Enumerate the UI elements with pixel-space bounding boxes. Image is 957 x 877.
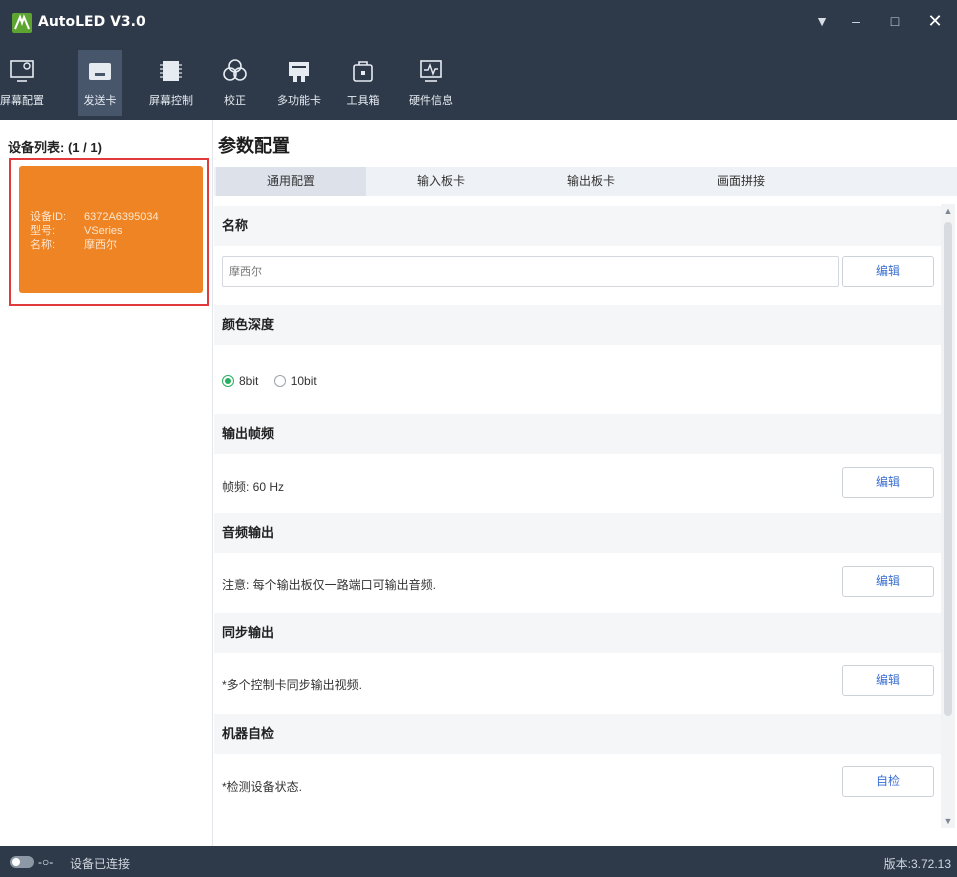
self-test-note: *检测设备状态. xyxy=(222,780,303,794)
app-title: AutoLED V3.0 xyxy=(38,14,146,30)
toolbar-screen-control[interactable]: 屏幕控制 xyxy=(146,50,196,116)
toolbar-screen-config[interactable]: 屏幕配置 xyxy=(0,50,44,116)
self-test-button[interactable]: 自检 xyxy=(842,766,934,797)
section-header-audio-output: 音频输出 xyxy=(214,513,941,553)
device-list-panel: 设备列表: (1 / 1) 设备ID: 6372A6395034 型号: VSeri… xyxy=(0,120,213,846)
toolbar-label: 多功能卡 xyxy=(277,95,321,107)
scroll-down-icon[interactable]: ▼ xyxy=(943,816,953,826)
device-list-header: 设备列表: (1 / 1) xyxy=(8,140,102,155)
version-label: 版本:3.72.13 xyxy=(883,857,951,871)
sender-card-icon xyxy=(89,63,111,80)
toolbar-sender-card[interactable]: 发送卡 xyxy=(78,50,122,116)
audio-output-note: 注意: 每个输出板仅一路端口可输出音频. xyxy=(222,578,437,592)
toolbar-label: 硬件信息 xyxy=(409,95,453,107)
connection-link-icon: -○- xyxy=(38,855,54,869)
color-depth-options: 8bit 10bit xyxy=(222,373,329,388)
radio-10bit[interactable] xyxy=(273,374,286,387)
connection-toggle[interactable] xyxy=(10,856,34,868)
section-header-self-test: 机器自检 xyxy=(214,714,941,754)
edit-frame-rate-button[interactable]: 编辑 xyxy=(842,467,934,498)
calibration-icon xyxy=(223,59,247,81)
device-name-value: 摩西尔 xyxy=(84,239,117,251)
status-bar: -○- 设备已连接 版本:3.72.13 xyxy=(0,846,957,877)
multifunction-card-icon xyxy=(289,62,309,82)
sync-output-note: *多个控制卡同步输出视频. xyxy=(222,678,363,692)
radio-8bit-label: 8bit xyxy=(239,373,259,388)
toolbar-calibration[interactable]: 校正 xyxy=(218,50,252,116)
toolbar-label: 发送卡 xyxy=(83,95,117,107)
settings-content: 名称 编辑 颜色深度 8bit 10bit 输出帧频 帧频: 60 Hz 编辑 … xyxy=(214,198,941,818)
toolbar-label: 校正 xyxy=(224,95,246,107)
chip-icon xyxy=(160,61,182,81)
radio-8bit[interactable] xyxy=(222,374,234,387)
selected-device-highlight: 设备ID: 6372A6395034 型号: VSeries 名称: 摩西尔 xyxy=(9,158,209,306)
section-header-color-depth: 颜色深度 xyxy=(214,305,941,345)
toolbar-label: 工具箱 xyxy=(346,95,380,107)
autoled-logo-icon xyxy=(12,13,32,33)
hardware-info-icon xyxy=(420,60,442,82)
device-card[interactable]: 设备ID: 6372A6395034 型号: VSeries 名称: 摩西尔 xyxy=(19,166,203,293)
section-header-name: 名称 xyxy=(214,206,941,246)
pin-icon[interactable]: ▼ xyxy=(807,8,837,34)
toolbar-label: 屏幕控制 xyxy=(149,95,193,107)
tab-input-card[interactable]: 输入板卡 xyxy=(366,167,516,196)
minimize-button[interactable]: – xyxy=(841,8,871,34)
radio-10bit-label: 10bit xyxy=(290,373,317,388)
toolbar-multifunction-card[interactable]: 多功能卡 xyxy=(274,50,324,116)
device-name-input[interactable] xyxy=(222,256,839,287)
scroll-up-icon[interactable]: ▲ xyxy=(943,206,953,216)
monitor-gear-icon xyxy=(10,60,34,82)
edit-sync-button[interactable]: 编辑 xyxy=(842,665,934,696)
edit-name-button[interactable]: 编辑 xyxy=(842,256,934,287)
vertical-scrollbar[interactable]: ▲ ▼ xyxy=(941,204,955,828)
connection-status: 设备已连接 xyxy=(70,857,131,871)
tab-output-card[interactable]: 输出板卡 xyxy=(516,167,666,196)
frame-rate-text: 帧频: 60 Hz xyxy=(222,480,285,494)
section-header-sync-output: 同步输出 xyxy=(214,613,941,653)
close-button[interactable]: ✕ xyxy=(920,8,950,34)
parameter-config-panel: 参数配置 通用配置 输入板卡 输出板卡 画面拼接 名称 编辑 颜色深度 8bit… xyxy=(214,120,957,846)
tab-general-config[interactable]: 通用配置 xyxy=(216,167,366,196)
toolbar-toolbox[interactable]: 工具箱 xyxy=(346,50,380,116)
tab-screen-splicing[interactable]: 画面拼接 xyxy=(666,167,816,196)
device-name-row: 名称: 摩西尔 xyxy=(30,236,117,252)
tab-bar: 通用配置 输入板卡 输出板卡 画面拼接 xyxy=(214,167,957,196)
main-toolbar: 屏幕配置 发送卡 屏幕控制 校正 多功能卡 工具箱 硬件信息 xyxy=(0,46,957,120)
edit-audio-button[interactable]: 编辑 xyxy=(842,566,934,597)
page-title: 参数配置 xyxy=(218,136,290,157)
scroll-thumb[interactable] xyxy=(944,222,952,716)
toolbox-icon xyxy=(353,61,373,82)
section-header-frame-rate: 输出帧频 xyxy=(214,414,941,454)
toolbar-hardware-info[interactable]: 硬件信息 xyxy=(407,50,455,116)
device-name-label: 名称: xyxy=(30,239,56,251)
title-bar: AutoLED V3.0 ▼ – □ ✕ xyxy=(0,0,957,46)
maximize-button[interactable]: □ xyxy=(880,8,910,34)
toolbar-label: 屏幕配置 xyxy=(0,95,44,107)
